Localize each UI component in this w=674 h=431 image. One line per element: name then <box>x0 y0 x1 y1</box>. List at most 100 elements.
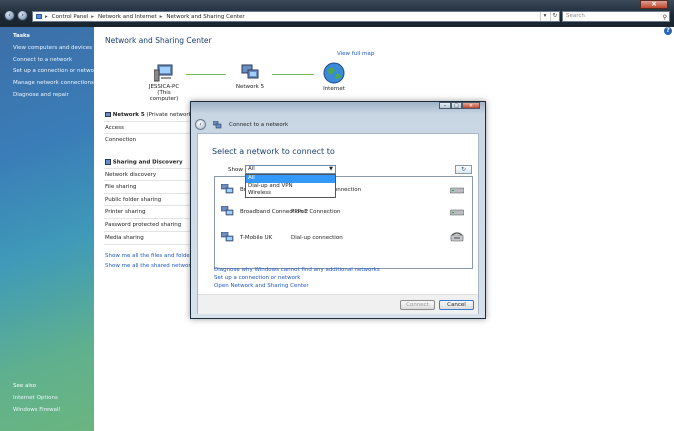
connect-to-network-dialog: – □ × ‹ Connect to a network Select a ne… <box>190 101 486 319</box>
network-icon <box>213 121 222 129</box>
connection-line <box>186 74 226 75</box>
divider <box>104 168 194 169</box>
task-diagnose-repair[interactable]: Diagnose and repair <box>13 92 69 98</box>
search-placeholder: Search <box>566 13 585 19</box>
network-type: PPPoE Connection <box>291 209 341 215</box>
show-selected-value: All <box>248 166 255 172</box>
show-shared-folders-link[interactable]: Show me all the shared network fo <box>105 263 201 269</box>
refresh-networks-button[interactable]: ↻ <box>455 165 472 174</box>
task-connect-network[interactable]: Connect to a network <box>13 57 72 63</box>
task-pane: Tasks View computers and devices Connect… <box>0 27 99 431</box>
sharing-icon <box>105 159 111 165</box>
view-full-map-link[interactable]: View full map <box>337 51 374 57</box>
network-name: Network 5 <box>235 84 265 90</box>
divider <box>104 193 194 194</box>
task-view-computers[interactable]: View computers and devices <box>13 45 92 51</box>
computer-subtitle: (This computer) <box>149 90 179 102</box>
option-wireless[interactable]: Wireless <box>246 190 335 198</box>
sharing-media: Media sharing <box>105 235 144 241</box>
network-row-name: Network 5 <box>112 112 145 118</box>
internet-node: Internet <box>316 62 352 92</box>
help-icon[interactable]: ? <box>664 27 672 35</box>
sharing-public-folder: Public folder sharing <box>105 197 162 203</box>
see-also-windows-firewall[interactable]: Windows Firewall <box>13 407 60 413</box>
sharing-network-discovery: Network discovery <box>105 172 157 178</box>
modem-icon <box>450 187 464 194</box>
minimize-button[interactable]: – <box>439 102 451 109</box>
dialog-title: Connect to a network <box>229 122 289 128</box>
chevron-right-icon: ▸ <box>45 13 48 20</box>
address-bar[interactable]: ▸ Control Panel ▸ Network and Internet ▸… <box>32 11 560 22</box>
access-label: Access <box>105 125 124 131</box>
breadcrumb-network-sharing[interactable]: Network and Sharing Center <box>166 14 244 20</box>
refresh-icon[interactable]: ↻ <box>550 12 559 21</box>
search-input[interactable]: Search ⚲ <box>562 11 670 22</box>
breadcrumb-network-internet[interactable]: Network and Internet <box>98 14 157 20</box>
internet-label: Internet <box>323 86 345 92</box>
forward-button[interactable]: › <box>17 10 28 21</box>
divider <box>104 205 194 206</box>
computer-icon <box>153 64 173 82</box>
cancel-button[interactable]: Cancel <box>439 300 474 310</box>
show-shared-files-link[interactable]: Show me all the files and folders I <box>105 253 198 259</box>
divider <box>104 244 194 245</box>
show-filter-options: All Dial-up and VPN Wireless <box>245 174 336 198</box>
dialog-body: Select a network to connect to Show All … <box>197 133 479 314</box>
sharing-printer: Printer sharing <box>105 209 146 215</box>
chevron-right-icon: ▸ <box>159 13 163 20</box>
show-filter-select[interactable]: All ▼ <box>245 165 336 174</box>
network-row-type: (Private network) <box>146 112 194 118</box>
refresh-icon: ↻ <box>460 166 467 173</box>
open-sharing-center-link[interactable]: Open Network and Sharing Center <box>214 283 309 289</box>
network-connection-icon <box>221 232 234 242</box>
divider <box>104 231 194 232</box>
sharing-heading: Sharing and Discovery <box>112 159 183 166</box>
address-bar-area: ‹ › ▸ Control Panel ▸ Network and Intern… <box>0 0 674 27</box>
divider <box>104 121 194 122</box>
setup-connection-link[interactable]: Set up a connection or network <box>214 275 300 281</box>
search-icon[interactable]: ⚲ <box>663 13 667 22</box>
option-all[interactable]: All <box>246 175 335 183</box>
connect-button[interactable]: Connect <box>400 300 435 310</box>
globe-icon <box>323 62 345 84</box>
dialog-window-controls: – □ × <box>439 102 480 109</box>
task-manage-connections[interactable]: Manage network connections <box>13 80 94 86</box>
dialog-close-button[interactable]: × <box>462 102 480 109</box>
dialog-heading: Select a network to connect to <box>212 147 335 156</box>
dialog-back-button[interactable]: ‹ <box>195 119 206 130</box>
divider <box>104 133 194 134</box>
see-also-internet-options[interactable]: Internet Options <box>13 395 58 401</box>
connection-line <box>272 74 314 75</box>
network-type: Dial-up connection <box>291 235 343 241</box>
network-details-row: Network 5 (Private network) <box>105 112 194 118</box>
network-name: T-Mobile UK <box>240 235 273 241</box>
back-button[interactable]: ‹ <box>4 10 15 21</box>
phone-icon <box>450 232 464 242</box>
modem-icon <box>450 209 464 216</box>
divider <box>104 218 194 219</box>
sharing-password: Password protected sharing <box>105 222 182 228</box>
computer-node: JESSICA-PC (This computer) <box>144 64 184 102</box>
list-item[interactable]: Broadband Connection 2 PPPoE Connection <box>215 202 472 224</box>
connection-label: Connection <box>105 137 137 143</box>
address-dropdown-icon[interactable]: ▾ <box>540 12 549 21</box>
network-icon <box>241 64 259 79</box>
network-connection-icon <box>221 184 234 194</box>
task-setup-connection[interactable]: Set up a connection or network <box>13 68 99 74</box>
option-dialup-vpn[interactable]: Dial-up and VPN <box>246 183 335 191</box>
window-close-button[interactable]: × <box>640 0 668 9</box>
chevron-right-icon: ▸ <box>91 13 94 20</box>
breadcrumb-control-panel[interactable]: Control Panel <box>52 14 88 20</box>
maximize-button[interactable]: □ <box>451 102 462 109</box>
network-node: Network 5 <box>230 64 270 90</box>
sharing-file-sharing: File sharing <box>105 184 137 190</box>
folder-icon <box>36 14 42 19</box>
chevron-down-icon: ▼ <box>329 166 333 172</box>
see-also-heading: See also <box>13 383 37 389</box>
list-item[interactable]: T-Mobile UK Dial-up connection <box>215 228 472 250</box>
divider <box>104 180 194 181</box>
sharing-heading-row: Sharing and Discovery <box>105 159 183 166</box>
dialog-footer: Connect Cancel <box>198 294 478 314</box>
page-title: Network and Sharing Center <box>105 36 212 45</box>
diagnose-link[interactable]: Diagnose why Windows cannot find any add… <box>214 267 380 273</box>
